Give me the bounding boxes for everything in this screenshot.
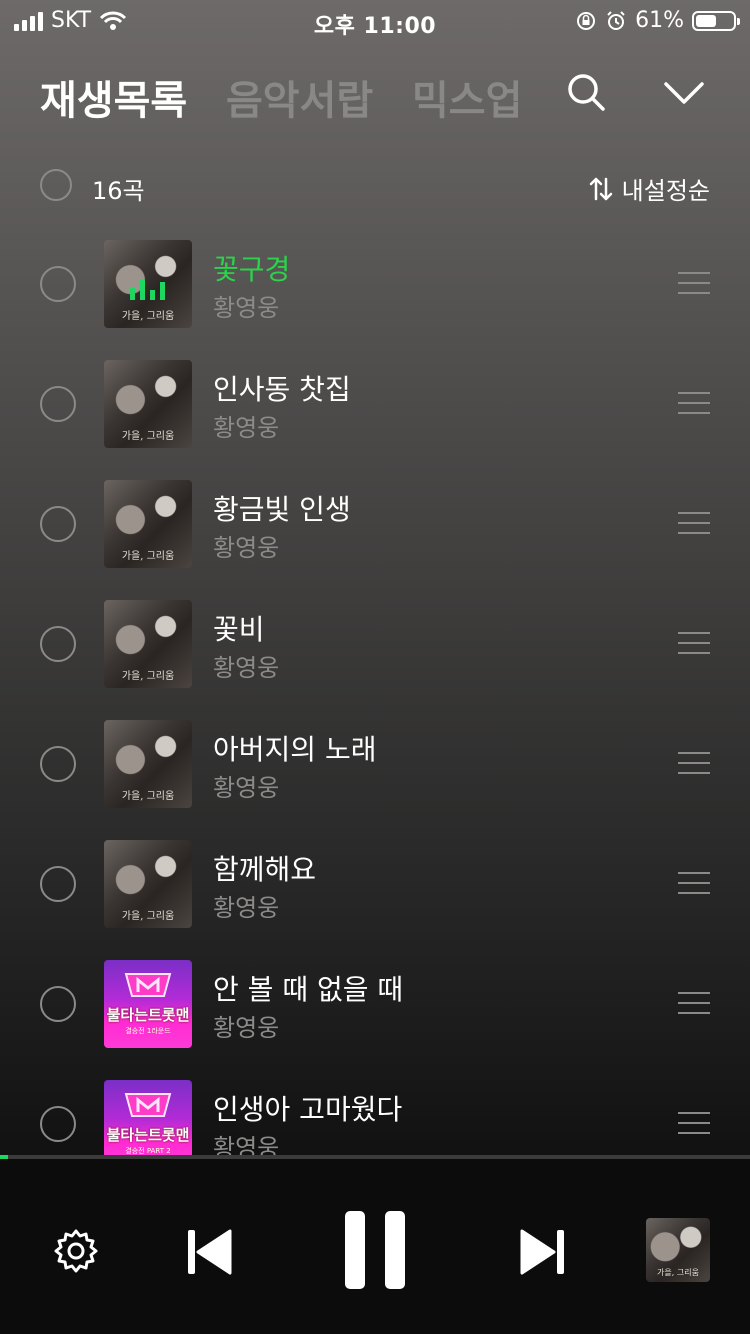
equalizer-icon	[130, 278, 165, 300]
song-artist: 황영웅	[213, 654, 280, 682]
drag-handle-icon[interactable]	[678, 512, 710, 534]
select-all-checkbox[interactable]	[40, 169, 72, 201]
song-select-checkbox[interactable]	[40, 386, 76, 422]
alarm-icon	[607, 10, 625, 30]
album-art: 가을, 그리움	[104, 600, 192, 688]
drag-handle-icon[interactable]	[678, 872, 710, 894]
player-bar: 가을, 그리움	[0, 1159, 750, 1334]
song-title: 꽃비	[213, 613, 265, 646]
song-select-checkbox[interactable]	[40, 986, 76, 1022]
song-select-checkbox[interactable]	[40, 746, 76, 782]
album-art-caption: 가을, 그리움	[657, 1268, 699, 1277]
song-select-checkbox[interactable]	[40, 866, 76, 902]
song-row[interactable]: 가을, 그리움 인사동 찻집황영웅	[0, 360, 750, 450]
now-playing-album-art[interactable]: 가을, 그리움	[646, 1218, 710, 1282]
album-art: 가을, 그리움	[104, 240, 192, 328]
song-artist: 황영웅	[213, 774, 280, 802]
song-title: 인사동 찻집	[213, 373, 351, 406]
album-art-caption: 불타는트롯맨	[106, 1006, 190, 1024]
song-artist: 황영웅	[213, 534, 280, 562]
album-art: 가을, 그리움	[104, 360, 192, 448]
song-row[interactable]: 가을, 그리움 아버지의 노래황영웅	[0, 720, 750, 810]
song-row[interactable]: 가을, 그리움 꽃구경황영웅	[0, 240, 750, 330]
album-art: 가을, 그리움	[104, 720, 192, 808]
settings-icon[interactable]	[52, 1227, 100, 1275]
song-row[interactable]: 가을, 그리움 꽃비황영웅	[0, 600, 750, 690]
song-row[interactable]: 가을, 그리움 황금빛 인생황영웅	[0, 480, 750, 570]
album-art: 가을, 그리움	[104, 840, 192, 928]
drag-handle-icon[interactable]	[678, 392, 710, 414]
album-art-subcaption: 결승전 1라운드	[125, 1027, 171, 1035]
search-icon[interactable]	[564, 70, 608, 114]
drag-handle-icon[interactable]	[678, 272, 710, 294]
song-artist: 황영웅	[213, 294, 280, 322]
orientation-lock-icon	[577, 11, 596, 30]
song-title: 황금빛 인생	[213, 493, 351, 526]
drag-handle-icon[interactable]	[678, 752, 710, 774]
song-count: 16곡	[92, 177, 145, 205]
album-art-caption: 가을, 그리움	[121, 911, 175, 922]
album-art: 불타는트롯맨결승전 1라운드	[104, 960, 192, 1048]
pause-icon[interactable]	[343, 1209, 407, 1291]
song-select-checkbox[interactable]	[40, 626, 76, 662]
sort-label: 내설정순	[621, 177, 710, 205]
album-art-caption: 가을, 그리움	[121, 431, 175, 442]
album-art-caption: 가을, 그리움	[121, 671, 175, 682]
song-title: 인생아 고마웠다	[213, 1093, 403, 1126]
battery-percent: 61%	[635, 8, 684, 33]
drag-handle-icon[interactable]	[678, 992, 710, 1014]
album-art-caption: 가을, 그리움	[121, 311, 175, 322]
chevron-down-icon[interactable]	[662, 70, 706, 114]
album-art-caption: 불타는트롯맨	[106, 1126, 190, 1144]
sort-icon	[589, 177, 612, 200]
trotman-logo-icon	[124, 1093, 172, 1117]
tab-mixup[interactable]: 믹스업	[412, 68, 522, 126]
previous-icon[interactable]	[186, 1227, 232, 1277]
song-title: 안 볼 때 없을 때	[213, 973, 404, 1006]
battery-icon	[692, 10, 740, 31]
album-art-subcaption: 결승전 PART 2	[125, 1147, 171, 1155]
song-artist: 황영웅	[213, 894, 280, 922]
song-row[interactable]: 불타는트롯맨결승전 PART 2 인생아 고마웠다황영웅	[0, 1080, 750, 1155]
song-artist: 황영웅	[213, 1014, 280, 1042]
status-right: 61%	[575, 8, 740, 33]
song-select-checkbox[interactable]	[40, 266, 76, 302]
song-artist: 황영웅	[213, 414, 280, 442]
song-title: 꽃구경	[213, 253, 291, 286]
album-art: 가을, 그리움	[104, 480, 192, 568]
trotman-logo-icon	[124, 973, 172, 997]
song-select-checkbox[interactable]	[40, 506, 76, 542]
song-artist: 황영웅	[213, 1134, 280, 1155]
header: 재생목록 음악서랍 믹스업	[40, 60, 710, 124]
song-title: 함께해요	[213, 853, 317, 886]
list-header: 16곡 내설정순	[40, 165, 710, 209]
status-bar: SKT 오후 11:00 61%	[0, 0, 750, 40]
song-title: 아버지의 노래	[213, 733, 377, 766]
album-art-caption: 가을, 그리움	[121, 551, 175, 562]
album-art-caption: 가을, 그리움	[121, 791, 175, 802]
next-icon[interactable]	[520, 1227, 566, 1277]
drag-handle-icon[interactable]	[678, 1112, 710, 1134]
album-art: 불타는트롯맨결승전 PART 2	[104, 1080, 192, 1155]
song-row[interactable]: 불타는트롯맨결승전 1라운드 안 볼 때 없을 때황영웅	[0, 960, 750, 1050]
song-select-checkbox[interactable]	[40, 1106, 76, 1142]
sort-button[interactable]: 내설정순	[588, 171, 710, 206]
song-row[interactable]: 가을, 그리움 함께해요황영웅	[0, 840, 750, 930]
drag-handle-icon[interactable]	[678, 632, 710, 654]
tab-playlist[interactable]: 재생목록	[40, 68, 187, 126]
tab-music-drawer[interactable]: 음악서랍	[226, 68, 373, 126]
song-list: 가을, 그리움 꽃구경 황영웅 가을, 그리움 인사동 찻집 황영웅 가을, 그리움 황금빛 …	[0, 240, 750, 1155]
